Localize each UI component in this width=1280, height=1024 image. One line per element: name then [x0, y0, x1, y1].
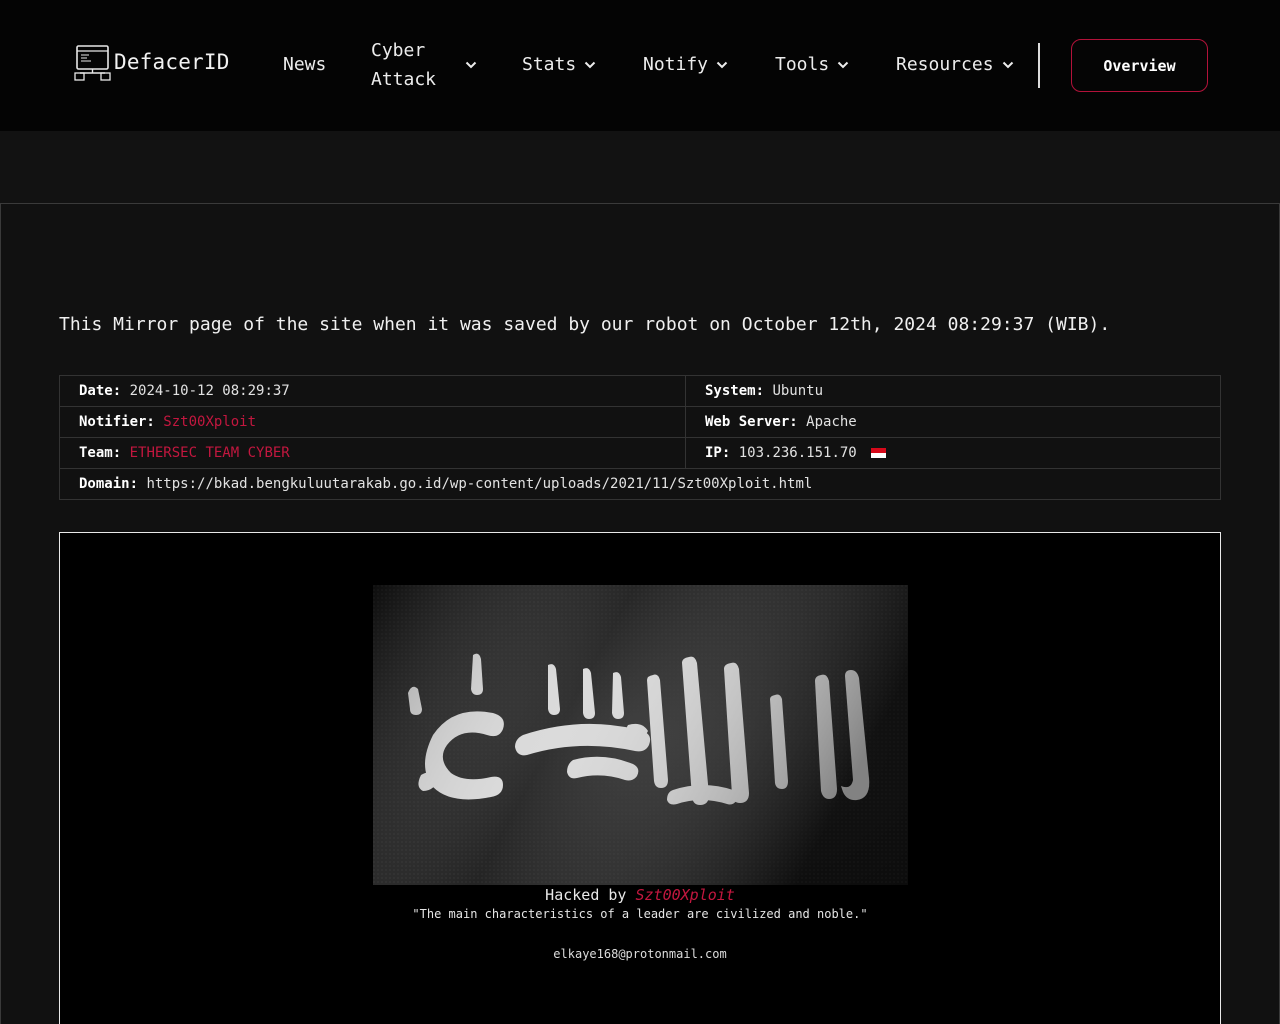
nav-news[interactable]: News	[283, 54, 326, 75]
system-value: Ubuntu	[772, 383, 824, 399]
hacked-by-line: Hacked by Szt00Xploit	[0, 886, 1280, 904]
nav-news-label: News	[283, 54, 327, 75]
overview-button[interactable]: Overview	[1071, 39, 1208, 92]
mirror-info-table: Date: 2024-10-12 08:29:37 System: Ubuntu…	[59, 375, 1221, 500]
chevron-down-icon	[716, 61, 728, 68]
nav-resources-label: Resources	[896, 54, 994, 75]
nav-notify-label: Notify	[643, 54, 709, 75]
nav-tools[interactable]: Tools	[775, 54, 849, 75]
domain-cell: Domain: https://bkad.bengkuluutarakab.go…	[59, 468, 1221, 500]
contact-email: elkaye168@protonmail.com	[553, 947, 727, 961]
table-row: Domain: https://bkad.bengkuluutarakab.go…	[59, 468, 1221, 500]
hacked-by-prefix: Hacked by	[545, 886, 627, 904]
nav-resources[interactable]: Resources	[896, 54, 1014, 75]
nav-cyber-attack[interactable]: Cyber Attack	[371, 36, 477, 94]
team-label: Team:	[79, 445, 122, 461]
top-navigation-bar: DefacerID News Cyber Attack Stats Notify…	[0, 0, 1280, 131]
webserver-value: Apache	[806, 414, 857, 430]
ip-cell: IP: 103.236.151.70	[685, 437, 1221, 469]
table-row: Notifier: Szt00Xploit Web Server: Apache	[59, 406, 1221, 438]
site-logo[interactable]: DefacerID	[74, 42, 230, 82]
chevron-down-icon	[465, 61, 477, 69]
flag-image-graphic	[373, 585, 908, 885]
nav-tools-label: Tools	[775, 54, 830, 75]
notifier-cell: Notifier: Szt00Xploit	[59, 406, 686, 438]
nav-stats-label: Stats	[522, 54, 577, 75]
date-label: Date:	[79, 383, 122, 399]
webserver-cell: Web Server: Apache	[685, 406, 1221, 438]
team-cell: Team: ETHERSEC TEAM CYBER	[59, 437, 686, 469]
domain-label: Domain:	[79, 476, 139, 492]
system-cell: System: Ubuntu	[685, 375, 1221, 407]
nav-stats[interactable]: Stats	[522, 54, 596, 75]
ip-value: 103.236.151.70	[738, 445, 857, 461]
computer-network-icon	[74, 45, 111, 81]
domain-value: https://bkad.bengkuluutarakab.go.id/wp-c…	[146, 476, 813, 492]
mirror-intro-text: This Mirror page of the site when it was…	[59, 314, 1111, 335]
chevron-down-icon	[584, 61, 596, 68]
notifier-link[interactable]: Szt00Xploit	[163, 414, 256, 430]
date-value: 2024-10-12 08:29:37	[129, 383, 290, 399]
table-row: Team: ETHERSEC TEAM CYBER IP: 103.236.15…	[59, 437, 1221, 469]
hacker-quote: "The main characteristics of a leader ar…	[412, 907, 868, 921]
black-flag-image	[373, 585, 908, 885]
team-link[interactable]: ETHERSEC TEAM CYBER	[130, 445, 290, 461]
logo-text: DefacerID	[114, 50, 230, 74]
nav-divider	[1038, 43, 1040, 88]
ip-label: IP:	[705, 445, 731, 461]
date-cell: Date: 2024-10-12 08:29:37	[59, 375, 686, 407]
webserver-label: Web Server:	[705, 414, 798, 430]
system-label: System:	[705, 383, 765, 399]
chevron-down-icon	[1002, 61, 1013, 68]
nav-notify[interactable]: Notify	[643, 54, 728, 75]
notifier-label: Notifier:	[79, 414, 155, 430]
indonesia-flag-icon	[871, 448, 887, 458]
nav-cyber-attack-label: Cyber Attack	[371, 40, 437, 90]
chevron-down-icon	[837, 61, 849, 68]
hacker-name: Szt00Xploit	[635, 886, 735, 904]
table-row: Date: 2024-10-12 08:29:37 System: Ubuntu	[59, 375, 1221, 407]
